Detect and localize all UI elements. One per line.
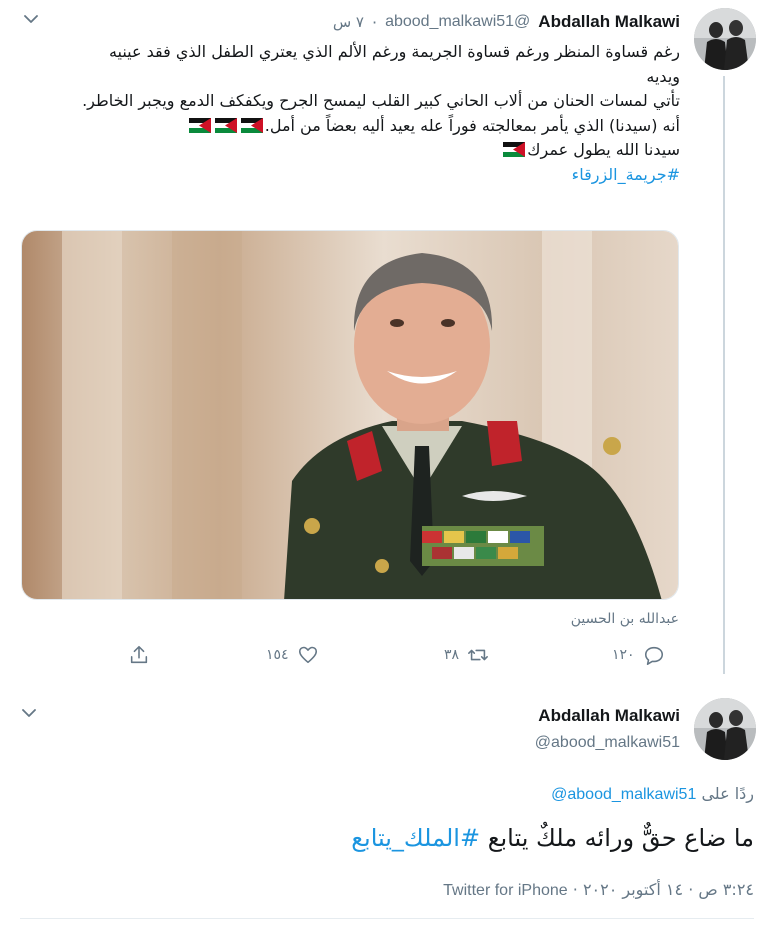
- like-button[interactable]: ١٥٤: [266, 644, 319, 666]
- portrait-image: [22, 231, 678, 599]
- tweet-text: رغم قساوة المنظر ورغم قساوة الجريمة ورغم…: [80, 40, 680, 187]
- reply-icon: [644, 646, 663, 665]
- hashtag-link[interactable]: #جريمة_الزرقاء: [572, 165, 680, 184]
- like-count: ١٥٤: [266, 647, 289, 663]
- separator: ·: [572, 880, 578, 899]
- retweet-button[interactable]: ٣٨: [444, 644, 489, 666]
- retweet-icon: [468, 649, 488, 661]
- tweet-meta: ٣:٢٤ ص · ١٤ أكتوبر ٢٠٢٠ · Twitter for iP…: [443, 880, 754, 900]
- reply-context: ردًا على @abood_malkawi51: [551, 784, 754, 804]
- share-icon: [130, 645, 148, 664]
- author-handle[interactable]: @abood_malkawi51: [535, 734, 680, 752]
- tweet-line: رغم قساوة المنظر ورغم قساوة الجريمة ورغم…: [108, 42, 680, 86]
- tweet-main-text: ما ضاع حقٌّ ورائه ملكٌ يتابع: [487, 824, 754, 852]
- reply-prefix: ردًا على: [701, 784, 754, 803]
- tweet-line: تأتي لمسات الحنان من ألاب الحاني كبير ال…: [82, 91, 680, 110]
- avatar[interactable]: [694, 698, 756, 760]
- author-name[interactable]: Abdallah Malkawi: [538, 12, 680, 32]
- heart-icon: [298, 646, 317, 664]
- chevron-down-icon[interactable]: [24, 14, 38, 24]
- tweet-date[interactable]: ١٤ أكتوبر ٢٠٢٠: [583, 880, 683, 899]
- tweet-source[interactable]: Twitter for iPhone: [443, 882, 568, 899]
- separator: ·: [371, 12, 378, 32]
- thread-line: [723, 76, 725, 674]
- tweet-text: ما ضاع حقٌّ ورائه ملكٌ يتابع #الملك_يتاب…: [351, 824, 754, 852]
- tweet-line-with-flags: أنه (سيدنا) الذي يأمر بمعالجته فوراً عله…: [80, 114, 680, 139]
- tweet-line-with-flag: سيدنا الله يطول عمرك: [80, 138, 680, 163]
- divider: [20, 918, 754, 919]
- share-button[interactable]: [128, 644, 150, 666]
- avatar-image: [694, 698, 756, 760]
- tweet-header: Abdallah Malkawi @abood_malkawi51 · ٧ س: [333, 12, 680, 32]
- author-name[interactable]: Abdallah Malkawi: [538, 706, 680, 726]
- jordan-flag-icon: [188, 117, 211, 133]
- tweet-line: أنه (سيدنا) الذي يأمر بمعالجته فوراً عله…: [264, 115, 680, 135]
- retweet-count: ٣٨: [444, 647, 460, 663]
- reply-count: ١٢٠: [612, 647, 635, 663]
- jordan-flag-icon: [214, 117, 237, 133]
- photo-caption[interactable]: عبدالله بن الحسين: [571, 611, 679, 627]
- jordan-flag-icon: [503, 142, 526, 157]
- avatar[interactable]: [694, 8, 756, 70]
- reply-button[interactable]: ١٢٠: [612, 644, 665, 666]
- tweet-time[interactable]: ٧ س: [333, 13, 364, 31]
- tweet-line: سيدنا الله يطول عمرك: [527, 140, 680, 159]
- avatar-image: [694, 8, 756, 70]
- author-handle[interactable]: @abood_malkawi51: [385, 13, 530, 31]
- hashtag-link[interactable]: #الملك_يتابع: [351, 824, 480, 852]
- separator: ·: [688, 880, 694, 899]
- tweet-actions: ١٥٤ ٣٨ ١٢٠: [118, 644, 688, 674]
- chevron-down-icon[interactable]: [22, 708, 36, 718]
- tweet-time[interactable]: ٣:٢٤ ص: [698, 880, 754, 899]
- tweet-photo[interactable]: [21, 230, 679, 600]
- reply-mention-link[interactable]: @abood_malkawi51: [551, 786, 696, 803]
- jordan-flag-icon: [240, 117, 263, 133]
